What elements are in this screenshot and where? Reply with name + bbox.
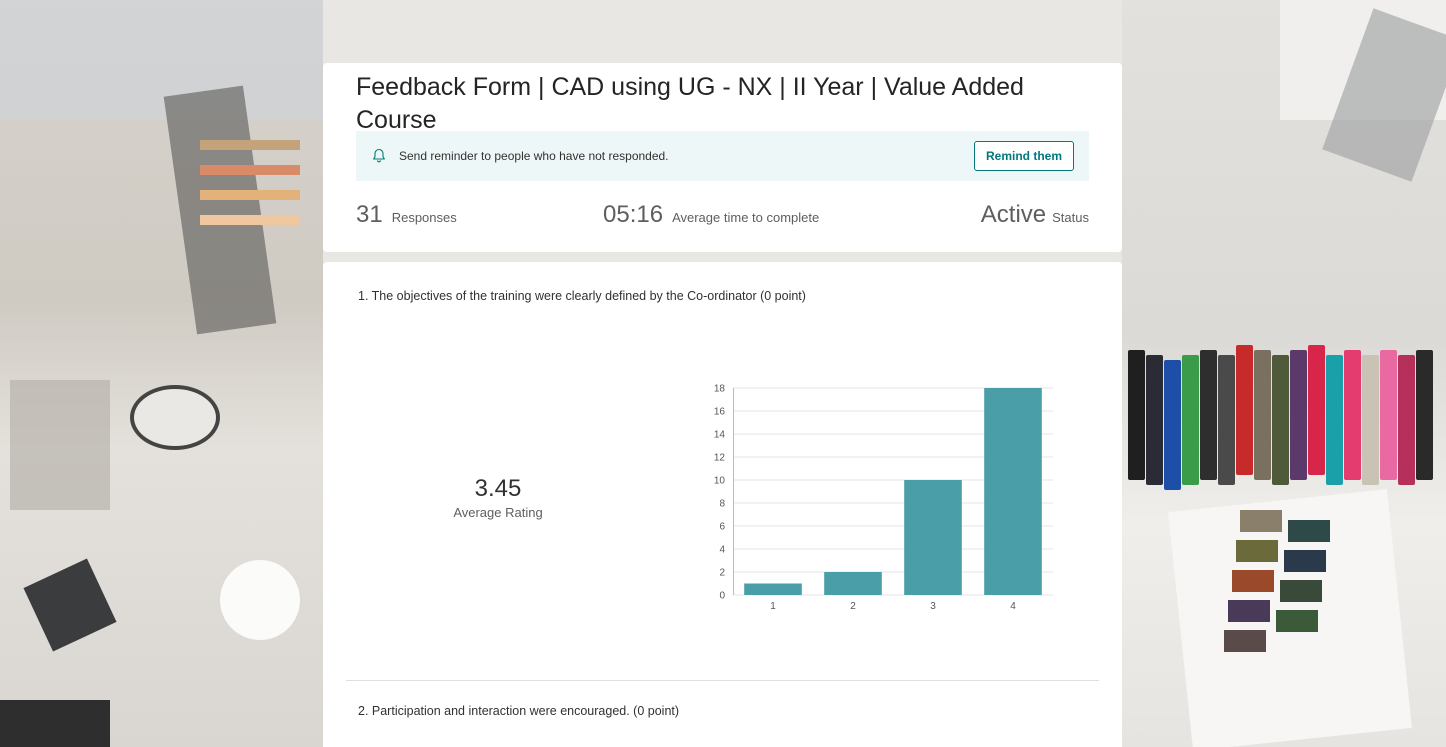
average-time-value: 05:16 — [603, 201, 664, 228]
background-swatch — [1326, 355, 1343, 485]
y-tick-label: 6 — [719, 522, 725, 533]
question-results-card: 1. The objectives of the training were c… — [323, 262, 1122, 747]
remind-them-button[interactable]: Remind them — [973, 141, 1074, 171]
background-stripe — [200, 165, 300, 175]
background-stripe — [200, 140, 300, 150]
average-time-label: Average time to complete — [672, 210, 820, 225]
chart-bar-3[interactable] — [904, 480, 962, 595]
background-swatch — [1254, 350, 1271, 480]
background-fabric-sample — [1236, 540, 1278, 562]
background-swatch — [1164, 360, 1181, 490]
background-fabric-sample — [1284, 550, 1326, 572]
chart-bar-2[interactable] — [824, 572, 882, 595]
background-fabric-sample — [1276, 610, 1318, 632]
background-swatch — [1272, 355, 1289, 485]
background-swatch — [1380, 350, 1397, 480]
average-rating: 3.45 Average Rating — [423, 475, 573, 520]
background-book — [0, 700, 110, 747]
question-divider — [346, 680, 1099, 681]
x-tick-label: 1 — [770, 601, 776, 612]
background-fabric-sample — [1288, 520, 1330, 542]
rating-bar-chart: 0246810121416181 2 3 4 — [714, 384, 1053, 612]
background-pen-cup — [220, 560, 300, 640]
background-stripe — [200, 215, 300, 225]
background-fabric-sample — [1232, 570, 1274, 592]
chart-bar-1[interactable] — [744, 583, 802, 596]
background-swatch — [1344, 350, 1361, 480]
background-shirt — [0, 0, 323, 120]
question-title: 2. Participation and interaction were en… — [358, 704, 680, 718]
x-tick-label: 3 — [930, 601, 936, 612]
y-tick-label: 16 — [714, 407, 726, 418]
status-stat: Active Status — [981, 201, 1089, 229]
form-header-card: Feedback Form | CAD using UG - NX | II Y… — [323, 63, 1122, 252]
question-title: 1. The objectives of the training were c… — [358, 289, 806, 303]
reminder-text: Send reminder to people who have not res… — [399, 149, 669, 163]
background-fabric-sample — [1228, 600, 1270, 622]
y-tick-label: 8 — [719, 499, 725, 510]
y-tick-label: 4 — [719, 545, 725, 556]
background-swatch — [1218, 355, 1235, 485]
bell-icon — [371, 148, 387, 164]
average-rating-value: 3.45 — [474, 475, 522, 502]
responses-stat: 31 Responses — [356, 201, 457, 229]
x-tick-label: 2 — [850, 601, 856, 612]
reminder-bar: Send reminder to people who have not res… — [356, 131, 1089, 181]
background-fabric-sample — [1280, 580, 1322, 602]
background-swatch — [1398, 355, 1415, 485]
y-tick-label: 14 — [714, 430, 726, 441]
background-swatch — [1182, 355, 1199, 485]
form-stats: 31 Responses 05:16 Average time to compl… — [356, 201, 1089, 233]
background-stripe — [200, 190, 300, 200]
status-value: Active — [980, 201, 1047, 228]
background-swatch — [1308, 345, 1325, 475]
background-jar — [130, 385, 220, 450]
responses-label: Responses — [391, 210, 457, 225]
y-tick-label: 2 — [719, 568, 725, 579]
background-fabric-sample — [1240, 510, 1282, 532]
y-tick-label: 12 — [714, 453, 726, 464]
responses-count: 31 — [356, 201, 383, 228]
background-fabric-sample — [1224, 630, 1266, 652]
background-swatch — [1290, 350, 1307, 480]
background-swatch — [1362, 355, 1379, 485]
background-swatch — [1236, 345, 1253, 475]
x-tick-label: 4 — [1010, 601, 1016, 612]
chart-bar-4[interactable] — [984, 388, 1042, 595]
average-time-stat: 05:16 Average time to complete — [603, 201, 819, 229]
background-swatch — [1416, 350, 1433, 480]
y-tick-label: 10 — [714, 476, 726, 487]
background-frame — [10, 380, 110, 510]
background-swatch — [1146, 355, 1163, 485]
y-tick-label: 0 — [719, 591, 725, 602]
background-swatch — [1200, 350, 1217, 480]
status-label: Status — [1052, 210, 1089, 225]
average-rating-label: Average Rating — [453, 505, 543, 520]
y-tick-label: 18 — [714, 384, 726, 395]
form-title: Feedback Form | CAD using UG - NX | II Y… — [356, 73, 1024, 134]
background-swatch — [1128, 350, 1145, 480]
